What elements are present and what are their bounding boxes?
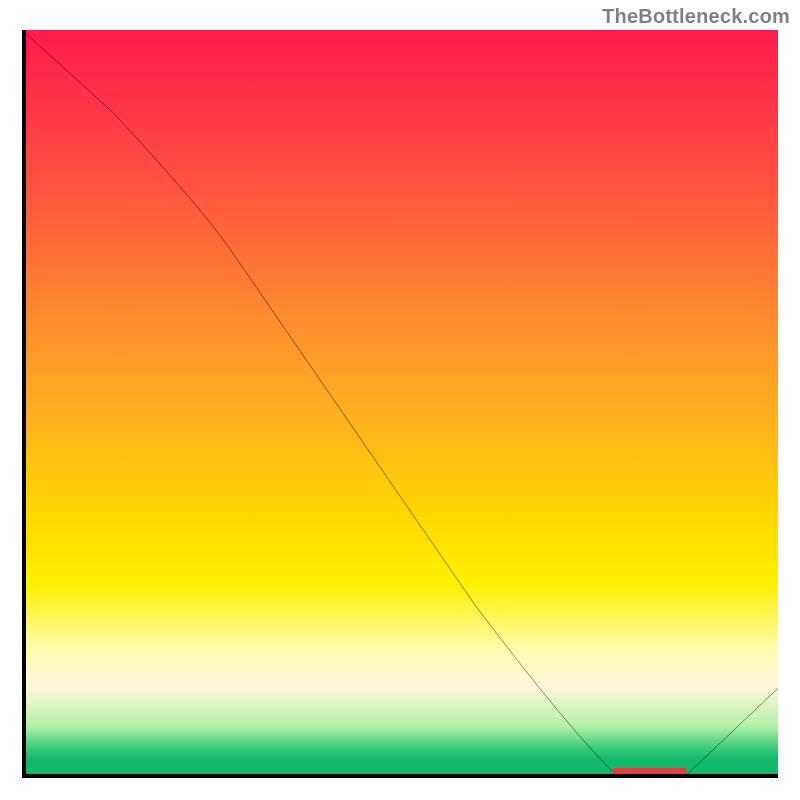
y-axis-line [22,30,26,778]
plot-area [22,30,778,778]
curve-path [22,30,778,777]
line-series [22,30,778,778]
x-axis-line [22,774,778,778]
chart-container: TheBottleneck.com [0,0,800,800]
attribution-text: TheBottleneck.com [602,6,790,29]
